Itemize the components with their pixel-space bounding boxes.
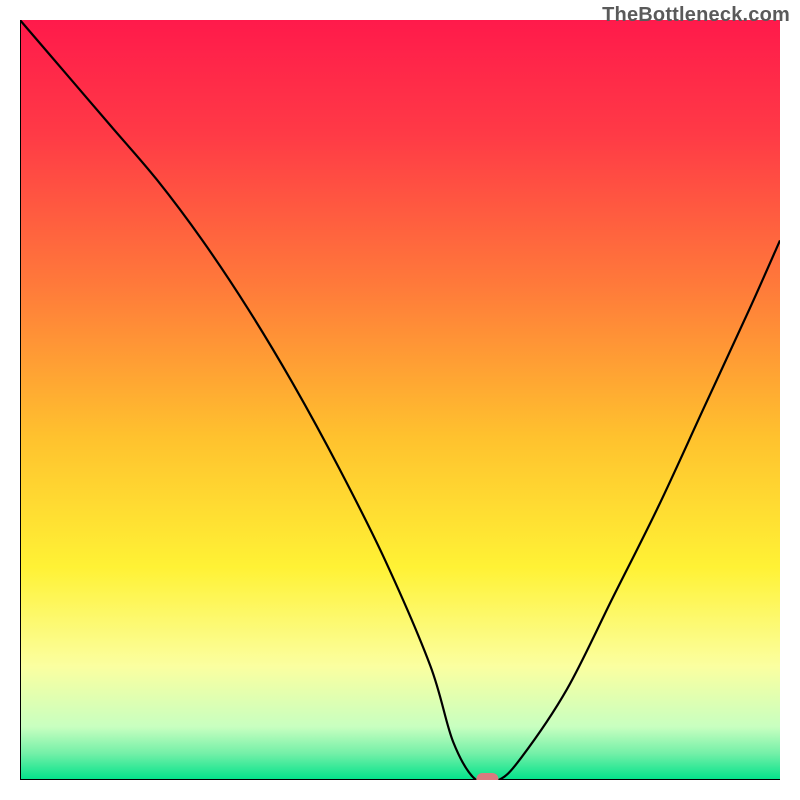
chart-svg <box>20 20 780 780</box>
optimal-marker <box>476 773 498 780</box>
plot-area <box>20 20 780 780</box>
chart-container: TheBottleneck.com <box>0 0 800 800</box>
watermark-text: TheBottleneck.com <box>602 4 790 27</box>
gradient-background <box>20 20 780 780</box>
